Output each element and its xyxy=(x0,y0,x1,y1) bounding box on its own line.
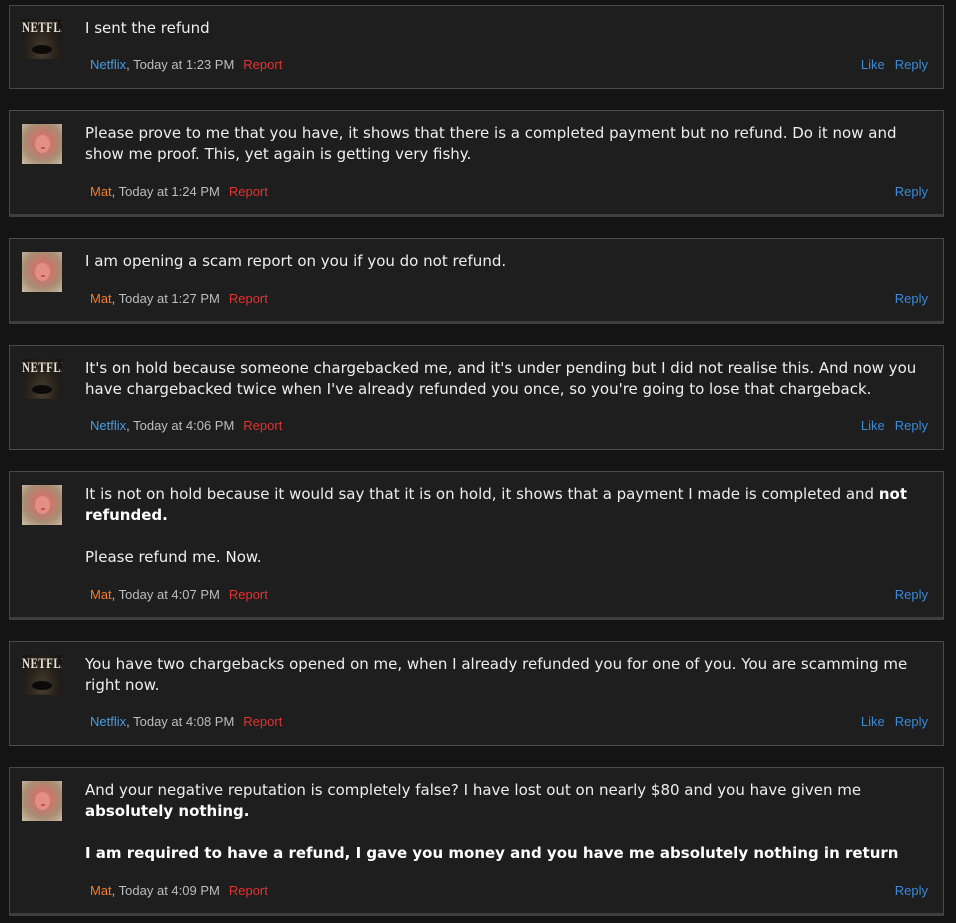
message-text: Please refund me. Now. xyxy=(85,548,262,566)
message-body: It's on hold because someone chargebacke… xyxy=(85,358,931,400)
timestamp[interactable]: , Today at 4:09 PM xyxy=(112,883,220,898)
message-meta: Mat, Today at 1:27 PM Report xyxy=(90,291,268,306)
avatar-face xyxy=(35,792,50,810)
like-link[interactable]: Like xyxy=(861,57,885,72)
message-post: NETFLIX I sent the refund Netflix, Today a… xyxy=(9,5,944,89)
username-link[interactable]: Netflix xyxy=(90,418,126,433)
mat-avatar[interactable] xyxy=(22,124,62,164)
report-link[interactable]: Report xyxy=(229,184,268,199)
message-actions: Reply xyxy=(885,883,928,898)
message-text: And your negative reputation is complete… xyxy=(85,781,862,799)
reply-link[interactable]: Reply xyxy=(895,883,928,898)
timestamp[interactable]: , Today at 1:23 PM xyxy=(126,57,234,72)
message-text: I sent the refund xyxy=(85,19,210,37)
netflix-avatar[interactable]: NETFLIX xyxy=(22,655,62,695)
message-paragraph: Please refund me. Now. xyxy=(85,547,931,568)
message-paragraph: I am opening a scam report on you if you… xyxy=(85,251,931,272)
report-link[interactable]: Report xyxy=(229,291,268,306)
reply-link[interactable]: Reply xyxy=(895,418,928,433)
message-text: It's on hold because someone chargebacke… xyxy=(85,359,917,398)
username-link[interactable]: Mat xyxy=(90,291,112,306)
avatar-detail xyxy=(41,147,45,149)
netflix-logo-text: NETFLIX xyxy=(22,359,62,377)
message-text: Please prove to me that you have, it sho… xyxy=(85,124,897,163)
mat-avatar[interactable] xyxy=(22,781,62,821)
bold-text: I am required to have a refund, I gave y… xyxy=(85,844,899,862)
message-body: I sent the refund xyxy=(85,18,931,39)
message-post: Please prove to me that you have, it sho… xyxy=(9,110,944,217)
message-meta: Netflix, Today at 1:23 PM Report xyxy=(90,57,282,72)
username-link[interactable]: Mat xyxy=(90,184,112,199)
message-actions: Like Reply xyxy=(851,418,928,433)
message-actions: Reply xyxy=(885,291,928,306)
message-post: I am opening a scam report on you if you… xyxy=(9,238,944,324)
reply-link[interactable]: Reply xyxy=(895,57,928,72)
message-body: I am opening a scam report on you if you… xyxy=(85,251,931,272)
message-meta: Mat, Today at 4:07 PM Report xyxy=(90,587,268,602)
bold-text: absolutely nothing. xyxy=(85,802,250,820)
message-post: And your negative reputation is complete… xyxy=(9,767,944,916)
avatar-face xyxy=(35,496,50,514)
avatar-shape xyxy=(32,681,52,690)
message-meta: Netflix, Today at 4:08 PM Report xyxy=(90,714,282,729)
message-body: And your negative reputation is complete… xyxy=(85,780,931,864)
timestamp[interactable]: , Today at 1:27 PM xyxy=(112,291,220,306)
mat-avatar[interactable] xyxy=(22,485,62,525)
timestamp[interactable]: , Today at 4:06 PM xyxy=(126,418,234,433)
message-post: NETFLIX It's on hold because someone char… xyxy=(9,345,944,450)
message-actions: Reply xyxy=(885,587,928,602)
message-paragraph: I sent the refund xyxy=(85,18,931,39)
report-link[interactable]: Report xyxy=(229,883,268,898)
message-text: I am opening a scam report on you if you… xyxy=(85,252,507,270)
message-paragraph: You have two chargebacks opened on me, w… xyxy=(85,654,931,696)
message-text: It is not on hold because it would say t… xyxy=(85,485,879,503)
message-paragraph: Please prove to me that you have, it sho… xyxy=(85,123,931,165)
message-meta: Mat, Today at 4:09 PM Report xyxy=(90,883,268,898)
message-actions: Like Reply xyxy=(851,57,928,72)
report-link[interactable]: Report xyxy=(243,714,282,729)
message-actions: Reply xyxy=(885,184,928,199)
netflix-avatar[interactable]: NETFLIX xyxy=(22,359,62,399)
netflix-avatar[interactable]: NETFLIX xyxy=(22,19,62,59)
reply-link[interactable]: Reply xyxy=(895,291,928,306)
message-meta: Netflix, Today at 4:06 PM Report xyxy=(90,418,282,433)
message-actions: Like Reply xyxy=(851,714,928,729)
mat-avatar[interactable] xyxy=(22,252,62,292)
message-text: You have two chargebacks opened on me, w… xyxy=(85,655,908,694)
username-link[interactable]: Netflix xyxy=(90,714,126,729)
report-link[interactable]: Report xyxy=(243,57,282,72)
like-link[interactable]: Like xyxy=(861,418,885,433)
message-meta: Mat, Today at 1:24 PM Report xyxy=(90,184,268,199)
message-paragraph: I am required to have a refund, I gave y… xyxy=(85,843,931,864)
report-link[interactable]: Report xyxy=(243,418,282,433)
netflix-logo-text: NETFLIX xyxy=(22,655,62,673)
username-link[interactable]: Netflix xyxy=(90,57,126,72)
message-paragraph: And your negative reputation is complete… xyxy=(85,780,931,822)
timestamp[interactable]: , Today at 4:07 PM xyxy=(112,587,220,602)
message-body: You have two chargebacks opened on me, w… xyxy=(85,654,931,696)
username-link[interactable]: Mat xyxy=(90,587,112,602)
avatar-face xyxy=(35,263,50,281)
avatar-detail xyxy=(41,508,45,510)
username-link[interactable]: Mat xyxy=(90,883,112,898)
netflix-logo-text: NETFLIX xyxy=(22,19,62,37)
avatar-detail xyxy=(41,804,45,806)
message-paragraph: It's on hold because someone chargebacke… xyxy=(85,358,931,400)
message-post: It is not on hold because it would say t… xyxy=(9,471,944,620)
report-link[interactable]: Report xyxy=(229,587,268,602)
timestamp[interactable]: , Today at 1:24 PM xyxy=(112,184,220,199)
avatar-shape xyxy=(32,45,52,54)
avatar-detail xyxy=(41,275,45,277)
message-post: NETFLIX You have two chargebacks opened o… xyxy=(9,641,944,746)
avatar-face xyxy=(35,135,50,153)
reply-link[interactable]: Reply xyxy=(895,587,928,602)
message-paragraph: It is not on hold because it would say t… xyxy=(85,484,931,526)
reply-link[interactable]: Reply xyxy=(895,714,928,729)
like-link[interactable]: Like xyxy=(861,714,885,729)
reply-link[interactable]: Reply xyxy=(895,184,928,199)
message-body: Please prove to me that you have, it sho… xyxy=(85,123,931,165)
avatar-shape xyxy=(32,385,52,394)
timestamp[interactable]: , Today at 4:08 PM xyxy=(126,714,234,729)
message-body: It is not on hold because it would say t… xyxy=(85,484,931,568)
